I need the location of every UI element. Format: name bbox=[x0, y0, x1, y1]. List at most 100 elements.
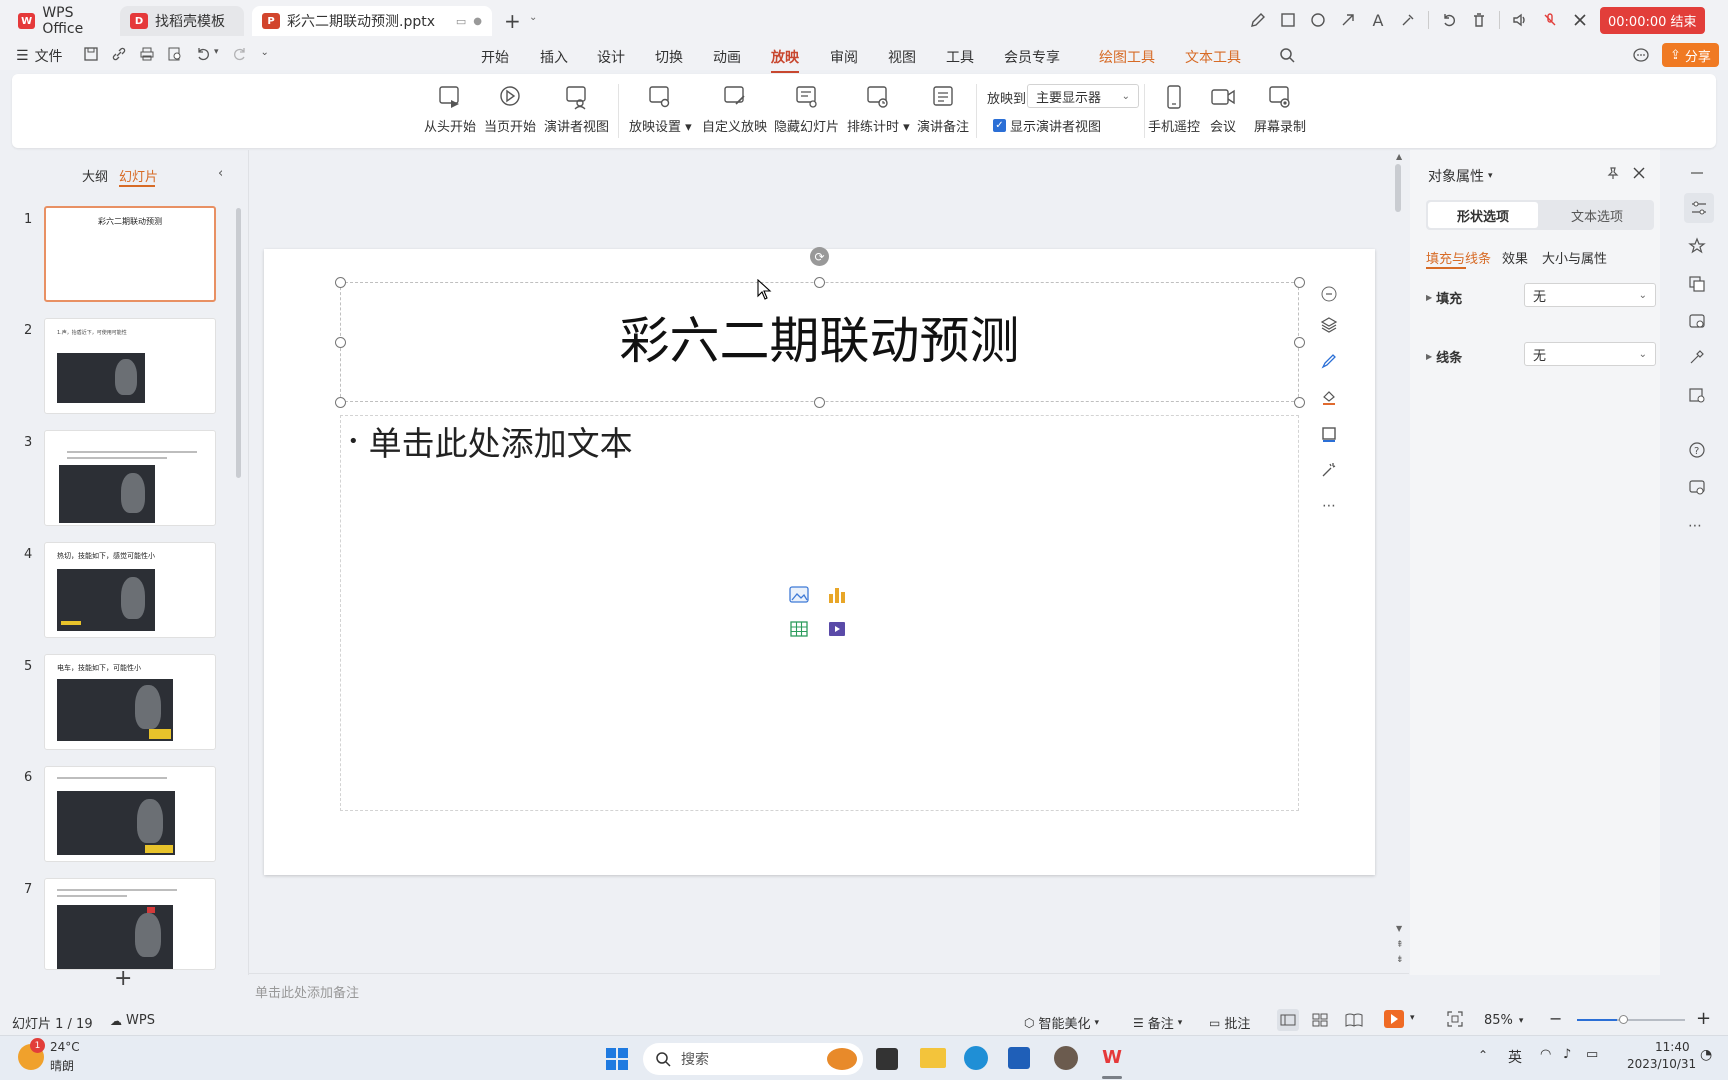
chat-icon[interactable] bbox=[1632, 47, 1650, 63]
phone-remote-button[interactable]: 手机遥控 bbox=[1148, 84, 1200, 135]
notes-area[interactable]: 单击此处添加备注 bbox=[249, 973, 1409, 1003]
arrow-icon[interactable] bbox=[1338, 10, 1358, 30]
collapse-panel-chevron-icon[interactable]: ‹ bbox=[218, 166, 223, 181]
input-language[interactable]: 英 bbox=[1508, 1047, 1522, 1067]
menu-slideshow[interactable]: 放映 bbox=[771, 47, 799, 73]
from-current-button[interactable]: 当页开始 bbox=[484, 84, 536, 135]
pen-icon[interactable] bbox=[1248, 10, 1268, 30]
tab-dropdown-chevron-icon[interactable]: ⌄ bbox=[529, 12, 537, 23]
insert-picture-icon[interactable] bbox=[788, 584, 814, 606]
slide-thumbnail-6[interactable] bbox=[44, 766, 216, 862]
community-icon[interactable] bbox=[1688, 478, 1710, 500]
zoom-slider-thumb[interactable] bbox=[1619, 1015, 1628, 1024]
monitor-icon[interactable]: ▭ bbox=[456, 15, 466, 28]
normal-view-icon[interactable] bbox=[1277, 1009, 1299, 1031]
more-options-icon[interactable]: ⋯ bbox=[1315, 492, 1343, 520]
fill-select[interactable]: 无 ⌄ bbox=[1524, 283, 1656, 307]
chevron-down-icon[interactable]: ▾ bbox=[214, 47, 219, 61]
menu-tools[interactable]: 工具 bbox=[946, 47, 974, 67]
brush-icon[interactable] bbox=[1315, 347, 1343, 375]
link-icon[interactable] bbox=[112, 47, 126, 61]
search-icon[interactable] bbox=[1279, 47, 1295, 63]
notes-placeholder[interactable]: 单击此处添加备注 bbox=[255, 982, 359, 1001]
circle-icon[interactable] bbox=[1308, 10, 1328, 30]
text-icon[interactable]: A bbox=[1368, 10, 1388, 30]
windows-start-icon[interactable] bbox=[605, 1047, 629, 1071]
app-avatar-icon[interactable] bbox=[1054, 1046, 1078, 1070]
collapse-tools-icon[interactable] bbox=[1315, 280, 1343, 308]
clock-date[interactable]: 2023/10/31 bbox=[1627, 1057, 1696, 1071]
undo-icon[interactable] bbox=[1439, 10, 1459, 30]
star-icon[interactable] bbox=[1688, 237, 1710, 259]
weather-temp[interactable]: 24°C bbox=[50, 1040, 80, 1054]
trash-icon[interactable] bbox=[1469, 10, 1489, 30]
slideshow-play-icon[interactable] bbox=[1384, 1010, 1404, 1028]
slide-thumbnail-4[interactable]: 热切，技能如下，感觉可能性小 bbox=[44, 542, 216, 638]
menu-text-tools[interactable]: 文本工具 bbox=[1185, 47, 1241, 67]
task-view-icon[interactable] bbox=[876, 1048, 898, 1070]
resize-handle[interactable] bbox=[814, 277, 825, 288]
presenter-view-button[interactable]: 演讲者视图 bbox=[544, 84, 609, 135]
print-icon[interactable] bbox=[140, 47, 154, 61]
help-icon[interactable]: ? bbox=[1688, 441, 1710, 463]
tools-icon[interactable] bbox=[1688, 348, 1710, 370]
editor-scrollbar[interactable] bbox=[1395, 164, 1401, 212]
resize-handle[interactable] bbox=[335, 337, 346, 348]
zoom-slider[interactable] bbox=[1577, 1015, 1685, 1024]
panel-scrollbar[interactable] bbox=[236, 208, 241, 478]
resize-handle[interactable] bbox=[1294, 337, 1305, 348]
meeting-button[interactable]: 会议 bbox=[1210, 84, 1236, 135]
next-slide-icon[interactable]: ⇟ bbox=[1396, 955, 1404, 965]
subtab-fill-line[interactable]: 填充与线条 bbox=[1426, 248, 1491, 267]
volume-icon[interactable]: ♪ bbox=[1563, 1047, 1571, 1062]
layers-icon[interactable] bbox=[1315, 311, 1343, 339]
battery-icon[interactable]: ▭ bbox=[1586, 1047, 1598, 1062]
mic-muted-icon[interactable] bbox=[1540, 10, 1560, 30]
menu-animations[interactable]: 动画 bbox=[713, 47, 741, 67]
insert-video-icon[interactable] bbox=[826, 618, 852, 640]
prev-slide-icon[interactable]: ⇞ bbox=[1396, 940, 1404, 950]
resize-handle[interactable] bbox=[335, 277, 346, 288]
more-chevron-icon[interactable]: ⌄ bbox=[261, 47, 269, 61]
rectangle-icon[interactable] bbox=[1278, 10, 1298, 30]
rehearse-timing-button[interactable]: 排练计时 ▾ bbox=[847, 84, 910, 135]
custom-show-button[interactable]: 自定义放映 bbox=[702, 84, 767, 135]
tab-slides[interactable]: 幻灯片 bbox=[119, 166, 158, 185]
menu-home[interactable]: 开始 bbox=[481, 47, 509, 67]
new-tab-plus-icon[interactable]: + bbox=[504, 9, 521, 33]
tray-chevron-up-icon[interactable]: ⌃ bbox=[1478, 1048, 1488, 1062]
pin-icon[interactable] bbox=[1606, 166, 1620, 180]
copy-layout-icon[interactable] bbox=[1688, 275, 1710, 297]
crop-icon[interactable] bbox=[1688, 386, 1710, 408]
hide-slide-button[interactable]: 隐藏幻灯片 bbox=[774, 84, 839, 135]
line-section-toggle[interactable]: ▶ 线条 bbox=[1426, 347, 1462, 366]
close-icon[interactable] bbox=[1632, 166, 1646, 180]
slideshow-settings-button[interactable]: 放映设置 ▾ bbox=[629, 84, 692, 135]
close-icon[interactable] bbox=[1570, 10, 1590, 30]
smart-beautify-button[interactable]: ⬡ 智能美化 ▾ bbox=[1024, 1013, 1099, 1033]
screen-record-button[interactable]: 屏幕录制 bbox=[1254, 84, 1306, 135]
fit-window-icon[interactable] bbox=[1446, 1010, 1464, 1028]
menu-design[interactable]: 设计 bbox=[597, 47, 625, 67]
presenter-view-checkbox[interactable]: ✓ 显示演讲者视图 bbox=[993, 116, 1101, 135]
tab-text-options[interactable]: 文本选项 bbox=[1542, 202, 1652, 228]
notification-center-icon[interactable]: ◔ bbox=[1700, 1047, 1712, 1063]
print-preview-icon[interactable] bbox=[168, 47, 182, 61]
scroll-up-icon[interactable]: ▲ bbox=[1396, 152, 1402, 161]
tab-document[interactable]: P 彩六二期联动预测.pptx ▭ ● bbox=[252, 6, 492, 36]
menu-member[interactable]: 会员专享 bbox=[1004, 47, 1060, 67]
insert-chart-icon[interactable] bbox=[826, 584, 852, 606]
menu-drawing-tools[interactable]: 绘图工具 bbox=[1099, 47, 1155, 67]
menu-review[interactable]: 审阅 bbox=[830, 47, 858, 67]
reading-view-icon[interactable] bbox=[1343, 1009, 1365, 1031]
tab-outline[interactable]: 大纲 bbox=[82, 166, 108, 185]
tab-docer-templates[interactable]: D 找稻壳模板 bbox=[120, 6, 244, 36]
zoom-in-icon[interactable]: + bbox=[1696, 1008, 1711, 1029]
save-icon[interactable] bbox=[84, 47, 98, 61]
resize-handle[interactable] bbox=[814, 397, 825, 408]
fill-color-icon[interactable] bbox=[1315, 383, 1343, 411]
chevron-down-icon[interactable]: ▾ bbox=[1410, 1013, 1415, 1023]
notes-toggle-button[interactable]: ☰ 备注 ▾ bbox=[1133, 1013, 1182, 1033]
insert-table-icon[interactable] bbox=[788, 618, 814, 640]
menu-transitions[interactable]: 切换 bbox=[655, 47, 683, 67]
